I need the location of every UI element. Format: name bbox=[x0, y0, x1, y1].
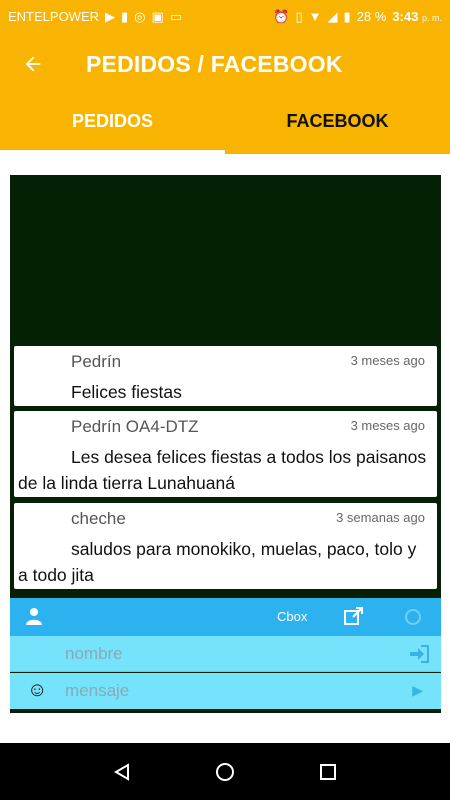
name-row bbox=[10, 636, 441, 672]
cbox-banner bbox=[10, 175, 441, 345]
message-item: Pedrín 3 meses ago Felices fiestas bbox=[14, 346, 437, 406]
message-time: 3 meses ago bbox=[350, 353, 425, 368]
message-item: Pedrín OA4-DTZ 3 meses ago Les desea fel… bbox=[14, 411, 437, 497]
chrome-icon: ◎ bbox=[134, 8, 146, 24]
message-text: Les desea felices fiestas a todos los pa… bbox=[18, 447, 427, 493]
smiley-icon[interactable]: ☺ bbox=[27, 679, 47, 702]
tab-pedidos[interactable]: PEDIDOS bbox=[0, 96, 225, 154]
wifi-icon: ▼ bbox=[308, 8, 322, 24]
popout-icon[interactable] bbox=[344, 607, 364, 630]
login-icon[interactable] bbox=[409, 645, 429, 668]
tab-facebook[interactable]: FACEBOOK bbox=[225, 96, 450, 154]
cbox-label: Cbox bbox=[277, 609, 308, 624]
cbox-widget: Pedrín 3 meses ago Felices fiestas Pedrí… bbox=[10, 175, 441, 713]
clock-time: 3:43 bbox=[392, 8, 419, 24]
status-bar: ENTELPOWER ▶ ▮ ◎ ▣ ▭ ⏰ ▯ ▼ ◢ ▮ 28 % 3:43… bbox=[0, 0, 450, 32]
play-icon: ▶ bbox=[105, 8, 116, 24]
triangle-back-icon bbox=[113, 762, 129, 781]
app-bar: PEDIDOS / FACEBOOK bbox=[0, 32, 450, 96]
battery-percent: 28 % bbox=[356, 8, 387, 24]
clock: 3:43 p. m. bbox=[392, 9, 442, 24]
circle-home-icon bbox=[215, 762, 234, 781]
laptop-icon: ▭ bbox=[169, 8, 183, 24]
message-author: Pedrín OA4-DTZ bbox=[71, 417, 199, 436]
name-input[interactable] bbox=[65, 636, 385, 672]
send-icon[interactable]: ▶ bbox=[412, 682, 423, 699]
cbox-toolbar: Cbox bbox=[10, 598, 441, 636]
nav-home-button[interactable] bbox=[205, 752, 245, 792]
tab-bar: PEDIDOS FACEBOOK bbox=[0, 96, 450, 154]
message-item: cheche 3 semanas ago saludos para monoki… bbox=[14, 503, 437, 589]
system-nav-bar bbox=[0, 743, 450, 800]
image-icon: ▣ bbox=[151, 8, 164, 24]
carrier-name: ENTELPOWER bbox=[8, 8, 100, 24]
nav-recents-button[interactable] bbox=[308, 752, 348, 792]
page-title: PEDIDOS / FACEBOOK bbox=[86, 50, 343, 77]
back-button[interactable] bbox=[0, 32, 66, 96]
arrow-back-icon bbox=[25, 56, 41, 72]
message-row: ☺ ▶ bbox=[10, 673, 441, 709]
status-circle-icon bbox=[405, 609, 421, 625]
vibrate-icon: ▯ bbox=[295, 8, 303, 24]
square-recents-icon bbox=[320, 763, 337, 780]
message-author: cheche bbox=[71, 509, 126, 528]
nav-back-button[interactable] bbox=[102, 752, 142, 792]
user-icon[interactable] bbox=[26, 607, 42, 630]
sim-icon: ▮ bbox=[121, 8, 129, 24]
battery-icon: ▮ bbox=[343, 8, 351, 24]
clock-ampm: p. m. bbox=[421, 12, 442, 23]
signal-icon: ◢ bbox=[327, 8, 338, 24]
message-time: 3 semanas ago bbox=[336, 510, 425, 525]
message-text: saludos para monokiko, muelas, paco, tol… bbox=[18, 539, 417, 585]
message-time: 3 meses ago bbox=[350, 418, 425, 433]
message-text: Felices fiestas bbox=[71, 382, 182, 402]
message-author: Pedrín bbox=[71, 352, 122, 371]
alarm-icon: ⏰ bbox=[273, 8, 290, 24]
message-input[interactable] bbox=[65, 673, 385, 709]
